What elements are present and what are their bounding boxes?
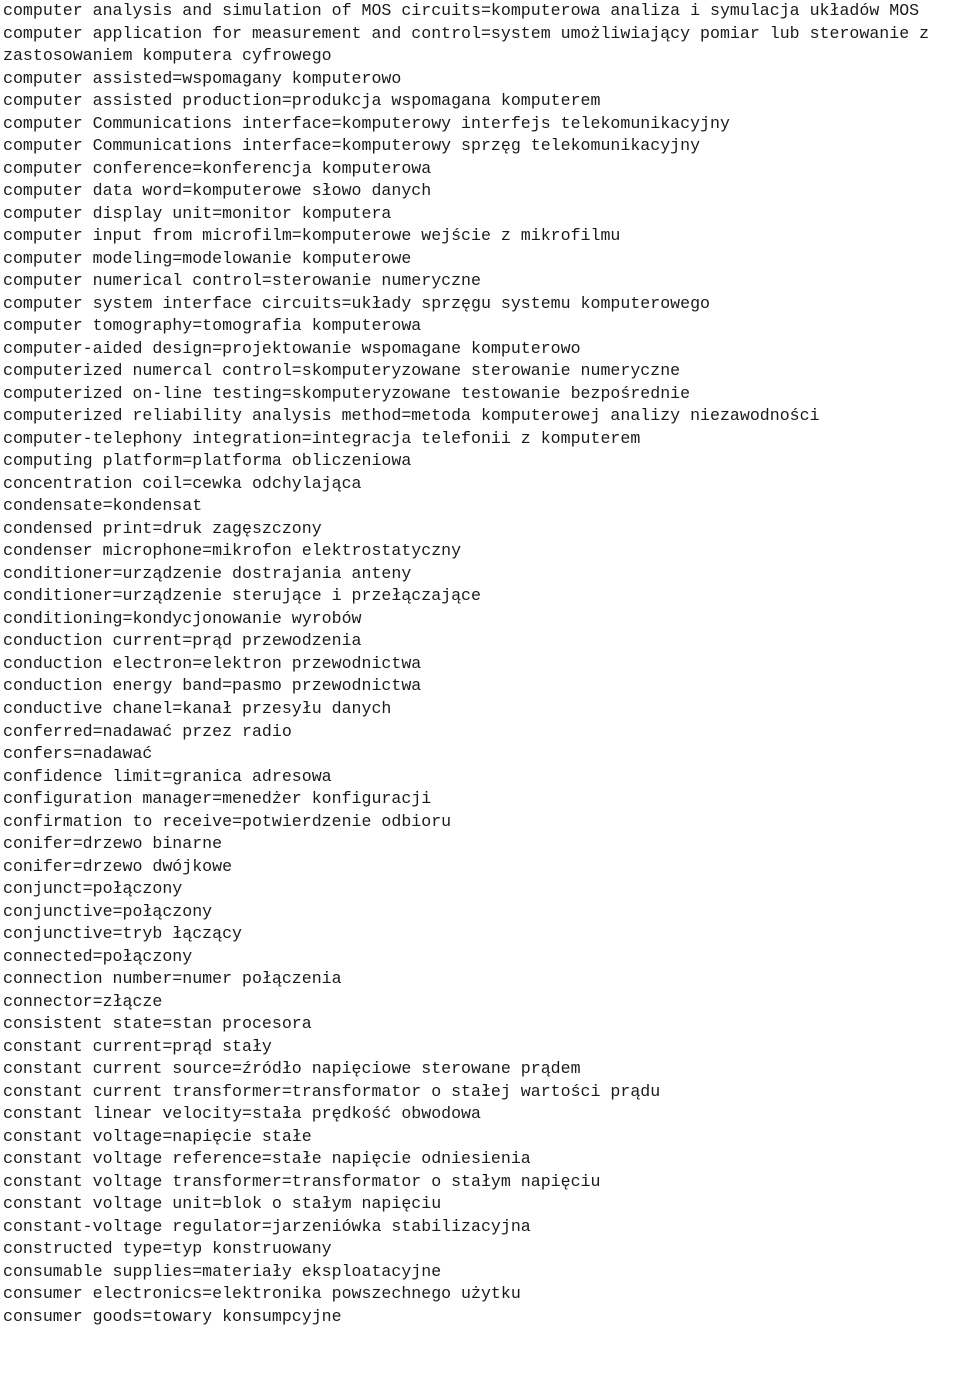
dictionary-entry: constant voltage=napięcie stałe bbox=[3, 1126, 312, 1146]
dictionary-entry: conjunctive=tryb łączący bbox=[3, 924, 242, 944]
dictionary-entry: constant current=prąd stały bbox=[3, 1036, 272, 1056]
dictionary-entry: computer data word=komputerowe słowo dan… bbox=[3, 181, 432, 201]
dictionary-entry: computer numerical control=sterowanie nu… bbox=[3, 271, 481, 291]
dictionary-entry: constant voltage reference=stałe napięci… bbox=[3, 1149, 531, 1169]
dictionary-entry: condensed print=druk zagęszczony bbox=[3, 518, 322, 538]
dictionary-entry: consumer goods=towary konsumpcyjne bbox=[3, 1306, 342, 1326]
dictionary-entry: constant-voltage regulator=jarzeniówka s… bbox=[3, 1216, 531, 1236]
dictionary-entry: conduction electron=elektron przewodnict… bbox=[3, 653, 422, 673]
dictionary-entry: consumer electronics=elektronika powszec… bbox=[3, 1284, 521, 1304]
dictionary-entry: computer assisted=wspomagany komputerowo bbox=[3, 68, 402, 88]
dictionary-entry: computer display unit=monitor komputera bbox=[3, 203, 392, 223]
dictionary-entry: consumable supplies=materiały eksploatac… bbox=[3, 1261, 442, 1281]
dictionary-entry: conjunctive=połączony bbox=[3, 901, 213, 921]
dictionary-entry: constant current source=źródło napięciow… bbox=[3, 1059, 581, 1079]
dictionary-entry: concentration coil=cewka odchylająca bbox=[3, 473, 362, 493]
dictionary-entry: connector=złącze bbox=[3, 991, 163, 1011]
dictionary-entry: conduction current=prąd przewodzenia bbox=[3, 631, 362, 651]
dictionary-entry: computerized numercal control=skomputery… bbox=[3, 361, 681, 381]
dictionary-entry: constant current transformer=transformat… bbox=[3, 1081, 661, 1101]
dictionary-entry: connection number=numer połączenia bbox=[3, 969, 342, 989]
dictionary-entry: confidence limit=granica adresowa bbox=[3, 766, 332, 786]
dictionary-entry: conifer=drzewo binarne bbox=[3, 834, 223, 854]
dictionary-entry: confers=nadawać bbox=[3, 744, 153, 764]
dictionary-entry: computer system interface circuits=układ… bbox=[3, 293, 711, 313]
dictionary-entry: confirmation to receive=potwierdzenie od… bbox=[3, 811, 452, 831]
dictionary-entry: computer Communications interface=komput… bbox=[3, 113, 730, 133]
dictionary-text-page: computer analysis and simulation of MOS … bbox=[0, 0, 960, 1328]
dictionary-entry: computer input from microfilm=komputerow… bbox=[3, 226, 621, 246]
dictionary-entry: conductive chanel=kanał przesyłu danych bbox=[3, 698, 392, 718]
dictionary-entry: configuration manager=menedżer konfigura… bbox=[3, 789, 432, 809]
dictionary-entry: computer analysis and simulation of MOS … bbox=[3, 1, 920, 20]
dictionary-entry: conditioner=urządzenie sterujące i przeł… bbox=[3, 586, 481, 606]
dictionary-entry: computer conference=konferencja komputer… bbox=[3, 158, 432, 178]
dictionary-entry: condensate=kondensat bbox=[3, 496, 203, 516]
dictionary-entry: conduction energy band=pasmo przewodnict… bbox=[3, 676, 422, 696]
dictionary-entry: computer assisted production=produkcja w… bbox=[3, 91, 601, 111]
dictionary-entry: computer application for measurement and… bbox=[3, 23, 940, 66]
dictionary-entry: constant linear velocity=stała prędkość … bbox=[3, 1104, 481, 1124]
dictionary-entry: computer-telephony integration=integracj… bbox=[3, 428, 641, 448]
dictionary-entry: condenser microphone=mikrofon elektrosta… bbox=[3, 541, 462, 561]
dictionary-entry: conditioning=kondycjonowanie wyrobów bbox=[3, 608, 362, 628]
dictionary-entry: computing platform=platforma obliczeniow… bbox=[3, 451, 412, 471]
dictionary-entry: constant voltage transformer=transformat… bbox=[3, 1171, 601, 1191]
dictionary-entry: conditioner=urządzenie dostrajania anten… bbox=[3, 563, 412, 583]
dictionary-entry: constructed type=typ konstruowany bbox=[3, 1239, 332, 1259]
dictionary-entry: constant voltage unit=blok o stałym napi… bbox=[3, 1194, 442, 1214]
dictionary-entry: conjunct=połączony bbox=[3, 879, 183, 899]
dictionary-entry: conifer=drzewo dwójkowe bbox=[3, 856, 233, 876]
dictionary-entry: computer-aided design=projektowanie wspo… bbox=[3, 338, 581, 358]
dictionary-entry: computer modeling=modelowanie komputerow… bbox=[3, 248, 412, 268]
dictionary-entry: consistent state=stan procesora bbox=[3, 1014, 312, 1034]
dictionary-entry: computerized reliability analysis method… bbox=[3, 406, 820, 426]
dictionary-entry: conferred=nadawać przez radio bbox=[3, 721, 292, 741]
dictionary-entry: computer tomography=tomografia komputero… bbox=[3, 316, 422, 336]
dictionary-entry: computer Communications interface=komput… bbox=[3, 136, 701, 156]
dictionary-entry: computerized on-line testing=skomputeryz… bbox=[3, 383, 691, 403]
dictionary-entry: connected=połączony bbox=[3, 946, 193, 966]
